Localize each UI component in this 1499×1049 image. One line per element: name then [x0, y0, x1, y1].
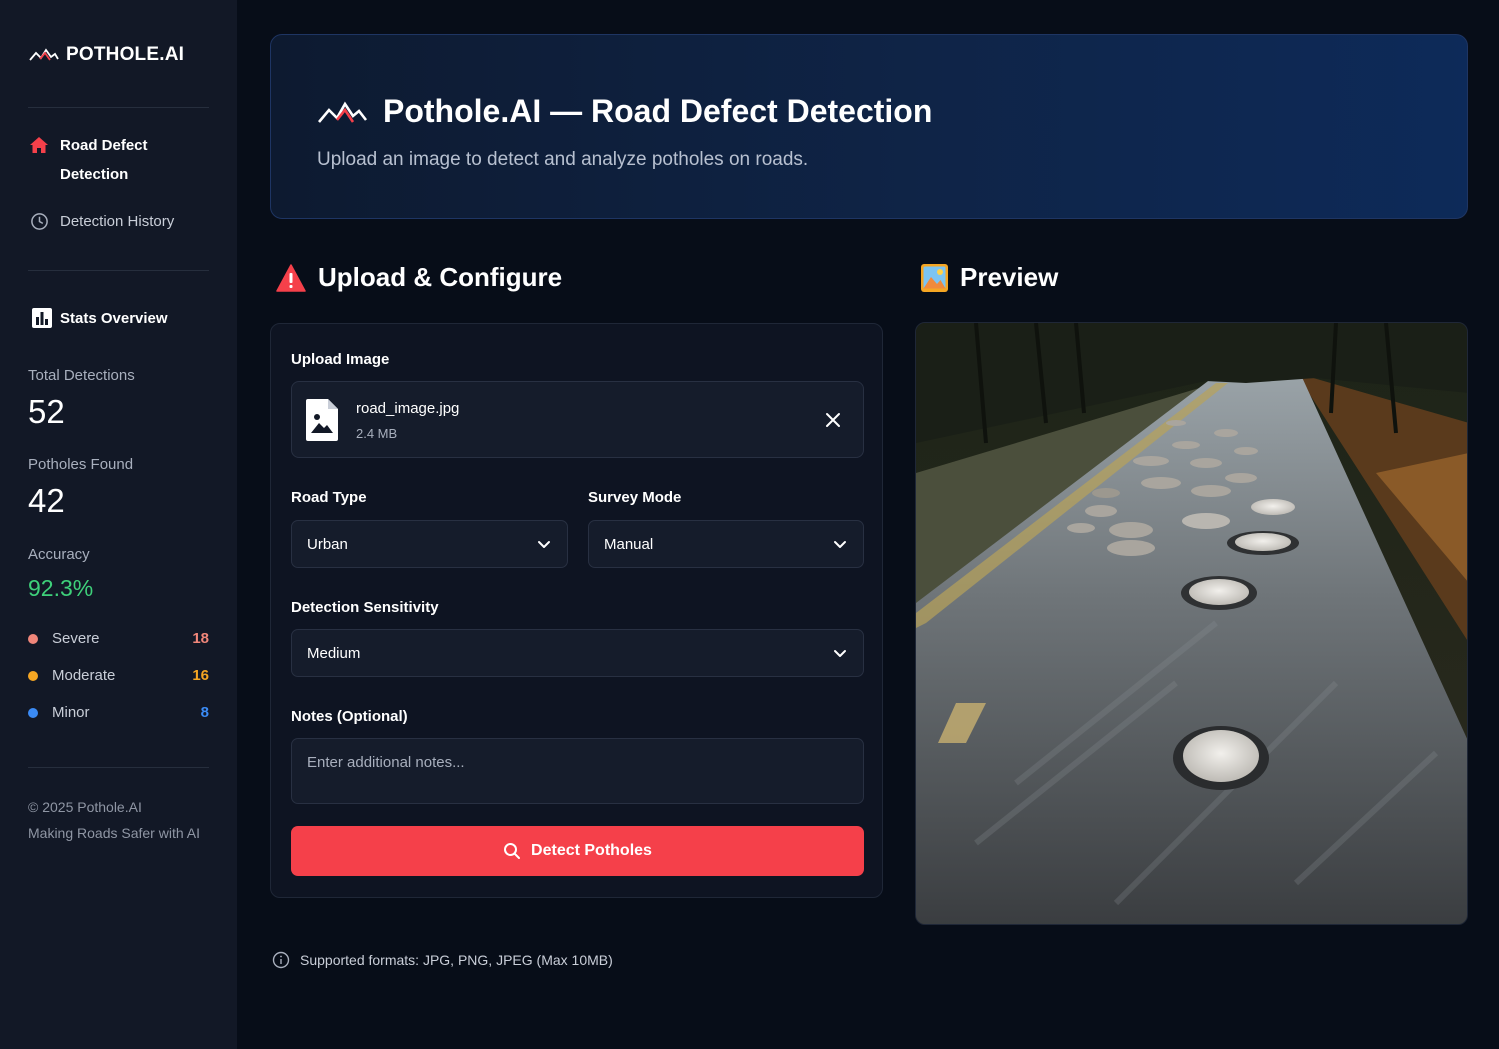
- footer-copyright: © 2025 Pothole.AI: [28, 799, 142, 815]
- chevron-down-icon: [834, 650, 846, 657]
- accuracy-value: 92.3%: [28, 575, 94, 601]
- sidebar-divider: [28, 107, 209, 108]
- sidebar-divider: [28, 270, 209, 271]
- severe-dot-icon: [28, 633, 38, 644]
- brand-name: POTHOLE.AI: [66, 44, 185, 65]
- sidebar-item-road-defect-detection[interactable]: Road Defect Detection: [28, 131, 148, 189]
- stats-overview-heading: Stats Overview: [32, 308, 168, 328]
- wave-logo-icon: [29, 48, 59, 61]
- potholes-found-label: Potholes Found: [28, 456, 134, 473]
- preview-image: [915, 322, 1468, 925]
- brand-logo[interactable]: POTHOLE.AI: [28, 44, 184, 66]
- page-title: Pothole.AI — Road Defect Detection: [317, 93, 932, 130]
- severity-row-minor: Minor 8: [28, 704, 209, 721]
- sidebar-item-detection-history[interactable]: Detection History: [28, 207, 174, 236]
- home-icon: [28, 134, 50, 156]
- notes-textarea[interactable]: [291, 738, 864, 804]
- file-name: road_image.jpg: [356, 400, 460, 417]
- total-detections-value: 52: [28, 393, 65, 430]
- sidebar: POTHOLE.AI Road Defect Detection Detecti…: [0, 0, 237, 1049]
- wave-logo-icon: [318, 101, 368, 123]
- image-file-icon: [306, 399, 338, 441]
- nav-label-line2: Detection: [60, 166, 129, 183]
- bar-chart-icon: [32, 308, 52, 328]
- potholes-found-value: 42: [28, 482, 65, 519]
- survey-mode-label: Survey Mode: [588, 489, 682, 506]
- road-photo: [916, 323, 1467, 924]
- hero-banner: Pothole.AI — Road Defect Detection Uploa…: [270, 34, 1468, 219]
- survey-mode-select[interactable]: Manual: [588, 520, 864, 568]
- warning-icon: [276, 263, 306, 292]
- road-type-select[interactable]: Urban: [291, 520, 568, 568]
- notes-label: Notes (Optional): [291, 708, 408, 725]
- close-icon[interactable]: [823, 410, 843, 430]
- road-type-label: Road Type: [291, 489, 367, 506]
- detect-potholes-button[interactable]: Detect Potholes: [291, 826, 864, 876]
- upload-image-label: Upload Image: [291, 351, 390, 368]
- detection-sensitivity-label: Detection Sensitivity: [291, 599, 439, 616]
- search-icon: [504, 843, 521, 859]
- sidebar-divider: [28, 767, 209, 768]
- uploaded-file[interactable]: road_image.jpg 2.4 MB: [291, 381, 864, 458]
- picture-icon: [921, 263, 948, 292]
- minor-dot-icon: [28, 707, 38, 718]
- preview-section-title: Preview: [921, 262, 1058, 293]
- upload-section-title: Upload & Configure: [276, 262, 562, 293]
- file-size: 2.4 MB: [356, 426, 398, 441]
- supported-formats-note: Supported formats: JPG, PNG, JPEG (Max 1…: [272, 951, 613, 969]
- nav-label-line1: Road Defect: [60, 137, 148, 154]
- page-subtitle: Upload an image to detect and analyze po…: [317, 149, 809, 170]
- footer-tagline: Making Roads Safer with AI: [28, 825, 200, 841]
- accuracy-label: Accuracy: [28, 546, 90, 563]
- nav-label: Detection History: [60, 213, 175, 230]
- upload-config-card: Upload Image road_image.jpg 2.4 MB Road …: [270, 323, 883, 898]
- total-detections-label: Total Detections: [28, 367, 135, 384]
- clock-icon: [28, 210, 50, 232]
- chevron-down-icon: [834, 541, 846, 548]
- chevron-down-icon: [538, 541, 550, 548]
- detection-sensitivity-select[interactable]: Medium: [291, 629, 864, 677]
- severity-row-severe: Severe 18: [28, 630, 209, 647]
- info-icon: [272, 951, 290, 969]
- moderate-dot-icon: [28, 670, 38, 681]
- severity-row-moderate: Moderate 16: [28, 667, 209, 684]
